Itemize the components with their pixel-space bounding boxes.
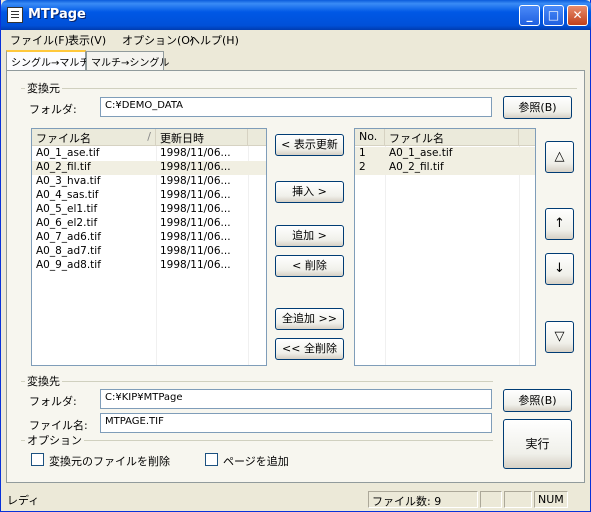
modified-date-cell: 1998/11/06... [160,175,231,187]
source-group-line [21,88,577,89]
destination-filename-input[interactable]: MTPAGE.TIF [100,413,492,433]
table-row[interactable]: A0_6_el2.tif 1998/11/06... [32,217,266,231]
table-row[interactable]: 2 A0_2_fil.tif [355,161,535,175]
delete-all-button[interactable]: << 全削除 [275,338,344,360]
column-selected-filename[interactable]: ファイル名 [385,129,519,146]
column-filename[interactable]: ファイル名 / [32,129,156,146]
title-bar[interactable]: MTPage _ □ ✕ [1,0,591,30]
move-down-button[interactable]: ↓ [545,253,574,285]
modified-date-cell: 1998/11/06... [160,217,231,229]
modified-date-cell: 1998/11/06... [160,231,231,243]
status-pane-empty-2 [504,491,532,508]
table-row[interactable]: A0_2_fil.tif 1998/11/06... [32,161,266,175]
destination-filename-label: ファイル名: [29,419,88,432]
status-text: レディ [7,494,40,507]
selected-file-name-cell: A0_1_ase.tif [389,147,453,159]
add-page-label[interactable]: ページを追加 [223,453,289,469]
file-name-cell: A0_2_fil.tif [36,161,91,173]
options-group-line [21,440,493,441]
column-modified[interactable]: 更新日時 [156,129,248,146]
add-button[interactable]: 追加 > [275,225,344,247]
modified-date-cell: 1998/11/06... [160,203,231,215]
move-top-button[interactable]: △ [545,141,574,173]
move-bottom-button[interactable]: ▽ [545,321,574,353]
file-name-cell: A0_7_ad6.tif [36,231,101,243]
add-all-button[interactable]: 全追加 >> [275,308,344,330]
table-row[interactable]: A0_8_ad7.tif 1998/11/06... [32,245,266,259]
status-num: NUM [534,491,568,508]
table-row[interactable]: 1 A0_1_ase.tif [355,147,535,161]
column-no[interactable]: No. [355,129,385,146]
menu-help[interactable]: ヘルプ(H) [189,32,239,48]
maximize-icon[interactable]: □ [543,5,564,26]
main-window: MTPage _ □ ✕ ファイル(F) 表示(V) オプション(O) ヘルプ(… [0,0,591,512]
refresh-button[interactable]: < 表示更新 [275,134,344,156]
tab-multi-to-single[interactable]: マルチ→シングル [86,51,169,70]
tab-single-to-multi[interactable]: シングル→マルチ [6,50,89,71]
destination-group-line [21,381,493,382]
menu-view[interactable]: 表示(V) [68,32,106,48]
destination-group-label: 変換先 [25,373,62,389]
source-list-header: ファイル名 / 更新日時 [32,129,266,146]
table-row[interactable]: A0_5_el1.tif 1998/11/06... [32,203,266,217]
minimize-icon[interactable]: _ [519,5,540,26]
no-cell: 2 [359,161,366,173]
options-group-label: オプション [25,432,84,448]
status-bar: レディ ファイル数: 9 NUM [2,488,590,510]
modified-date-cell: 1998/11/06... [160,245,231,257]
destination-browse-button[interactable]: 参照(B) [503,389,572,412]
selected-list-header: No. ファイル名 [355,129,535,146]
source-group-label: 変換元 [25,80,62,96]
file-name-cell: A0_3_hva.tif [36,175,101,187]
file-name-cell: A0_6_el2.tif [36,217,98,229]
file-name-cell: A0_8_ad7.tif [36,245,101,257]
delete-source-checkbox[interactable] [31,453,44,466]
source-folder-label: フォルダ: [29,103,77,116]
status-pane-empty-1 [480,491,502,508]
table-row[interactable]: A0_7_ad6.tif 1998/11/06... [32,231,266,245]
modified-date-cell: 1998/11/06... [160,147,231,159]
source-file-list[interactable]: ファイル名 / 更新日時 A0_1_ase.tif 1998/11/06... A0… [31,128,267,366]
delete-source-label[interactable]: 変換元のファイルを削除 [49,453,170,469]
menu-options[interactable]: オプション(O) [122,32,194,48]
selected-file-name-cell: A0_2_fil.tif [389,161,444,173]
add-page-checkbox[interactable] [205,453,218,466]
file-name-cell: A0_4_sas.tif [36,189,99,201]
file-name-cell: A0_1_ase.tif [36,147,100,159]
table-row[interactable]: A0_9_ad8.tif 1998/11/06... [32,259,266,273]
tab-panel: 変換元 フォルダ: C:¥DEMO_DATA 参照(B) ファイル名 / 更新日… [6,70,585,483]
no-cell: 1 [359,147,366,159]
file-name-cell: A0_9_ad8.tif [36,259,101,271]
move-up-button[interactable]: ↑ [545,208,574,240]
app-icon [7,7,23,23]
window-title: MTPage [28,7,86,22]
source-folder-input[interactable]: C:¥DEMO_DATA [100,97,492,117]
resize-grip-icon[interactable] [570,491,588,508]
insert-button[interactable]: 挿入 > [275,181,344,203]
table-row[interactable]: A0_1_ase.tif 1998/11/06... [32,147,266,161]
close-icon[interactable]: ✕ [567,5,588,26]
source-browse-button[interactable]: 参照(B) [503,96,572,119]
file-name-cell: A0_5_el1.tif [36,203,98,215]
modified-date-cell: 1998/11/06... [160,189,231,201]
modified-date-cell: 1998/11/06... [160,259,231,271]
delete-button[interactable]: < 削除 [275,255,344,277]
menu-file[interactable]: ファイル(F) [10,32,69,48]
menu-bar: ファイル(F) 表示(V) オプション(O) ヘルプ(H) [2,30,590,49]
modified-date-cell: 1998/11/06... [160,161,231,173]
selected-file-list[interactable]: No. ファイル名 1 A0_1_ase.tif 2 A0_2_fil.tif [354,128,536,366]
destination-folder-input[interactable]: C:¥KIP¥MTPage [100,389,492,409]
run-button[interactable]: 実行 [503,419,572,469]
table-row[interactable]: A0_3_hva.tif 1998/11/06... [32,175,266,189]
sort-indicator: / [147,130,151,143]
table-row[interactable]: A0_4_sas.tif 1998/11/06... [32,189,266,203]
status-file-count: ファイル数: 9 [368,491,478,508]
destination-folder-label: フォルダ: [29,395,77,408]
